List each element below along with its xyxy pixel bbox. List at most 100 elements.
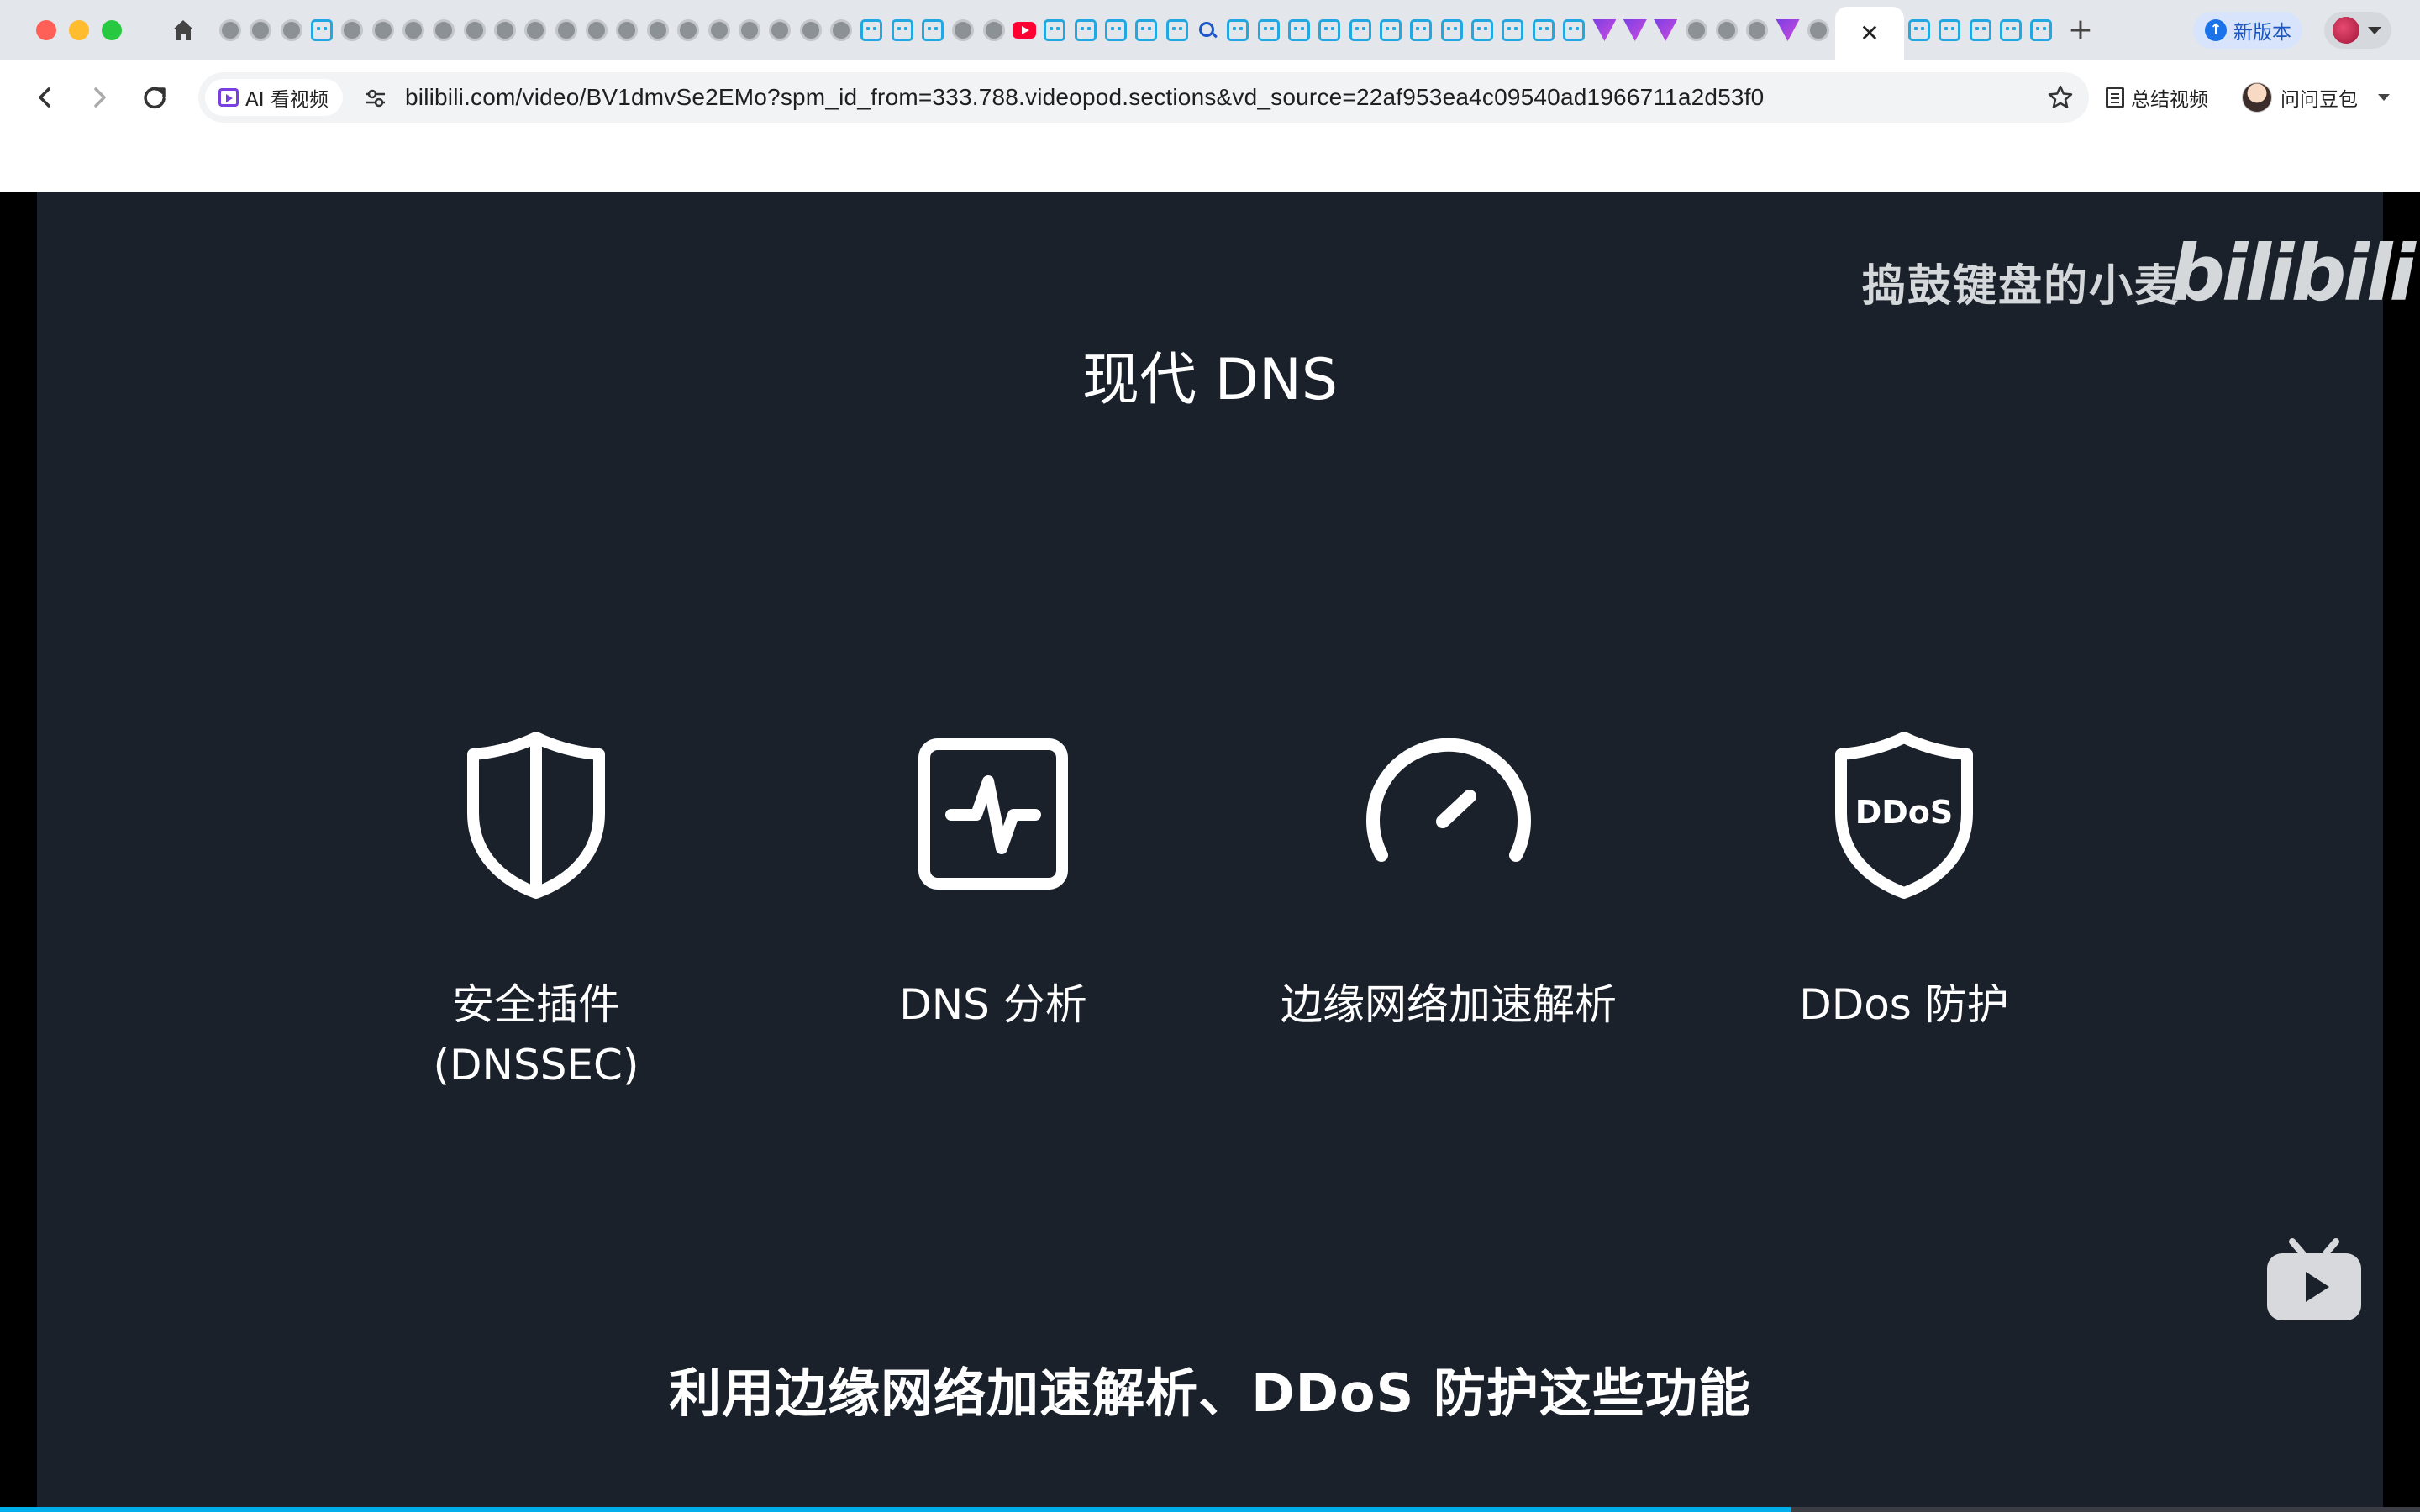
- feature-dns-analytics: DNS 分析: [775, 729, 1212, 1035]
- tab[interactable]: [368, 15, 398, 45]
- tab[interactable]: [1039, 15, 1070, 45]
- tab[interactable]: [612, 15, 642, 45]
- bilibili-icon: [1563, 19, 1586, 41]
- tab[interactable]: [245, 15, 276, 45]
- tab[interactable]: [398, 15, 429, 45]
- bilibili-icon: [1165, 19, 1188, 41]
- tab[interactable]: [1934, 15, 1965, 45]
- tab[interactable]: [856, 15, 886, 45]
- window-close-button[interactable]: [36, 20, 56, 40]
- update-button[interactable]: ↑ 新版本: [2193, 12, 2302, 49]
- bookmark-star-icon[interactable]: [2047, 84, 2074, 111]
- tab[interactable]: [1071, 15, 1101, 45]
- tab[interactable]: [1314, 15, 1344, 45]
- tab[interactable]: [887, 15, 918, 45]
- home-icon[interactable]: [168, 15, 198, 45]
- reload-icon[interactable]: [136, 79, 173, 116]
- tab[interactable]: [1131, 15, 1161, 45]
- tab[interactable]: [918, 15, 948, 45]
- video-player[interactable]: 捣鼓键盘的小麦 bilibili 现代 DNS 安全插件 (DNSSEC) DN…: [0, 192, 2420, 1512]
- tab[interactable]: [1742, 15, 1772, 45]
- tab[interactable]: [826, 15, 856, 45]
- tab[interactable]: [1773, 15, 1803, 45]
- globe-icon: [250, 19, 272, 41]
- tab[interactable]: [1223, 15, 1253, 45]
- tab[interactable]: [1650, 15, 1681, 45]
- tab[interactable]: [643, 15, 673, 45]
- bilibili-icon: [921, 19, 944, 41]
- tab[interactable]: [796, 15, 826, 45]
- tab[interactable]: [551, 15, 581, 45]
- site-settings-icon[interactable]: [363, 86, 388, 111]
- tab[interactable]: [1284, 15, 1314, 45]
- vue-icon: [1623, 19, 1647, 41]
- progress-bar[interactable]: [0, 1507, 2420, 1512]
- tab[interactable]: [1467, 15, 1497, 45]
- tab[interactable]: [734, 15, 765, 45]
- tab[interactable]: [581, 15, 612, 45]
- globe-icon: [616, 19, 639, 41]
- tab[interactable]: [1965, 15, 1996, 45]
- tab[interactable]: [307, 15, 337, 45]
- tab[interactable]: [276, 15, 307, 45]
- bilibili-icon: [1044, 19, 1066, 41]
- tab[interactable]: [704, 15, 734, 45]
- tab[interactable]: [429, 15, 459, 45]
- tab[interactable]: [1996, 15, 2026, 45]
- tab[interactable]: [1101, 15, 1131, 45]
- globe-icon: [219, 19, 241, 41]
- chevron-down-icon[interactable]: [2378, 94, 2390, 101]
- tab[interactable]: [1437, 15, 1467, 45]
- document-icon: [2106, 87, 2124, 108]
- tab[interactable]: [979, 15, 1009, 45]
- tab[interactable]: [1803, 15, 1833, 45]
- url-text[interactable]: bilibili.com/video/BV1dmvSe2EMo?spm_id_f…: [405, 84, 1764, 111]
- tab[interactable]: [215, 15, 245, 45]
- window-minimize-button[interactable]: [69, 20, 89, 40]
- tab[interactable]: [1904, 15, 1934, 45]
- tab[interactable]: [490, 15, 520, 45]
- tab[interactable]: [2026, 15, 2056, 45]
- active-tab[interactable]: ✕: [1835, 7, 1904, 60]
- window-maximize-button[interactable]: [102, 20, 122, 40]
- chevron-down-icon: [2368, 26, 2381, 34]
- back-icon[interactable]: [27, 79, 64, 116]
- tab[interactable]: [1162, 15, 1192, 45]
- tab[interactable]: [948, 15, 978, 45]
- tab[interactable]: [1589, 15, 1619, 45]
- profile-button[interactable]: [2324, 12, 2391, 49]
- tab[interactable]: [765, 15, 795, 45]
- ai-watch-video-button[interactable]: AI 看视频: [205, 79, 343, 116]
- tab[interactable]: [1681, 15, 1712, 45]
- tab[interactable]: [460, 15, 490, 45]
- video-subtitle: 利用边缘网络加速解析、DDoS 防护这些功能: [669, 1362, 1751, 1424]
- tab[interactable]: [1712, 15, 1742, 45]
- bilibili-icon: [1440, 19, 1463, 41]
- tab[interactable]: [1376, 15, 1406, 45]
- address-bar[interactable]: AI 看视频 bilibili.com/video/BV1dmvSe2EMo?s…: [198, 72, 2089, 123]
- vue-icon: [1592, 19, 1617, 41]
- close-tab-icon[interactable]: ✕: [1860, 22, 1879, 45]
- summarize-video-button[interactable]: 总结视频: [2106, 79, 2208, 116]
- tab[interactable]: [337, 15, 367, 45]
- forward-icon[interactable]: [81, 79, 118, 116]
- tab[interactable]: [1559, 15, 1589, 45]
- globe-icon: [1746, 19, 1769, 41]
- bilibili-icon: [1502, 19, 1524, 41]
- tab[interactable]: [1192, 15, 1223, 45]
- bilibili-tv-icon[interactable]: [2264, 1236, 2365, 1324]
- tab[interactable]: [673, 15, 703, 45]
- tab[interactable]: [1497, 15, 1528, 45]
- tab[interactable]: [1254, 15, 1284, 45]
- tab[interactable]: [1528, 15, 1559, 45]
- new-tab-button[interactable]: +: [2062, 12, 2099, 49]
- tab[interactable]: [1345, 15, 1376, 45]
- tab[interactable]: [1620, 15, 1650, 45]
- ask-doubao-button[interactable]: 问问豆包: [2242, 79, 2390, 116]
- globe-icon: [433, 19, 455, 41]
- update-label: 新版本: [2233, 22, 2291, 44]
- avatar: [2333, 17, 2360, 44]
- tab[interactable]: [1009, 15, 1039, 45]
- tab[interactable]: [1406, 15, 1436, 45]
- tab[interactable]: [520, 15, 550, 45]
